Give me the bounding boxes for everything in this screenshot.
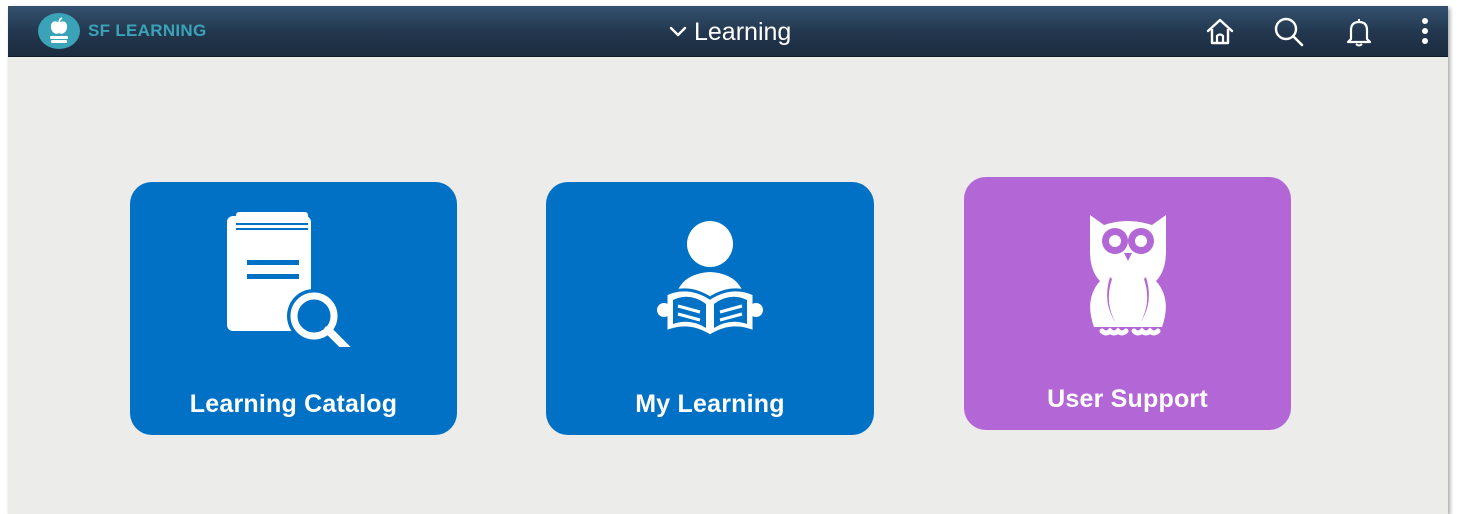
book-search-icon bbox=[227, 212, 351, 347]
person-reading-icon bbox=[657, 221, 763, 338]
search-icon[interactable] bbox=[1272, 15, 1306, 49]
brand-logo[interactable]: SF LEARNING bbox=[38, 12, 207, 50]
tile-my-learning[interactable]: My Learning bbox=[546, 182, 874, 435]
tile-user-support[interactable]: User Support bbox=[964, 177, 1291, 430]
home-icon[interactable] bbox=[1203, 15, 1237, 49]
tile-label: User Support bbox=[1047, 385, 1208, 413]
page-title: Learning bbox=[694, 17, 792, 46]
owl-icon bbox=[1090, 215, 1166, 336]
chevron-down-icon bbox=[669, 26, 687, 37]
brand-name: SF LEARNING bbox=[88, 21, 207, 40]
more-vertical-icon[interactable] bbox=[1408, 15, 1442, 49]
app-window: SF LEARNING Learning Learning Catalog My… bbox=[8, 6, 1448, 514]
bell-icon[interactable] bbox=[1342, 15, 1376, 49]
top-navigation-bar: SF LEARNING Learning bbox=[8, 6, 1448, 57]
tile-label: My Learning bbox=[635, 390, 785, 418]
tile-learning-catalog[interactable]: Learning Catalog bbox=[130, 182, 457, 435]
tile-label: Learning Catalog bbox=[189, 390, 398, 418]
apple-book-logo-icon bbox=[38, 13, 80, 49]
page-title-dropdown[interactable]: Learning bbox=[668, 16, 791, 48]
